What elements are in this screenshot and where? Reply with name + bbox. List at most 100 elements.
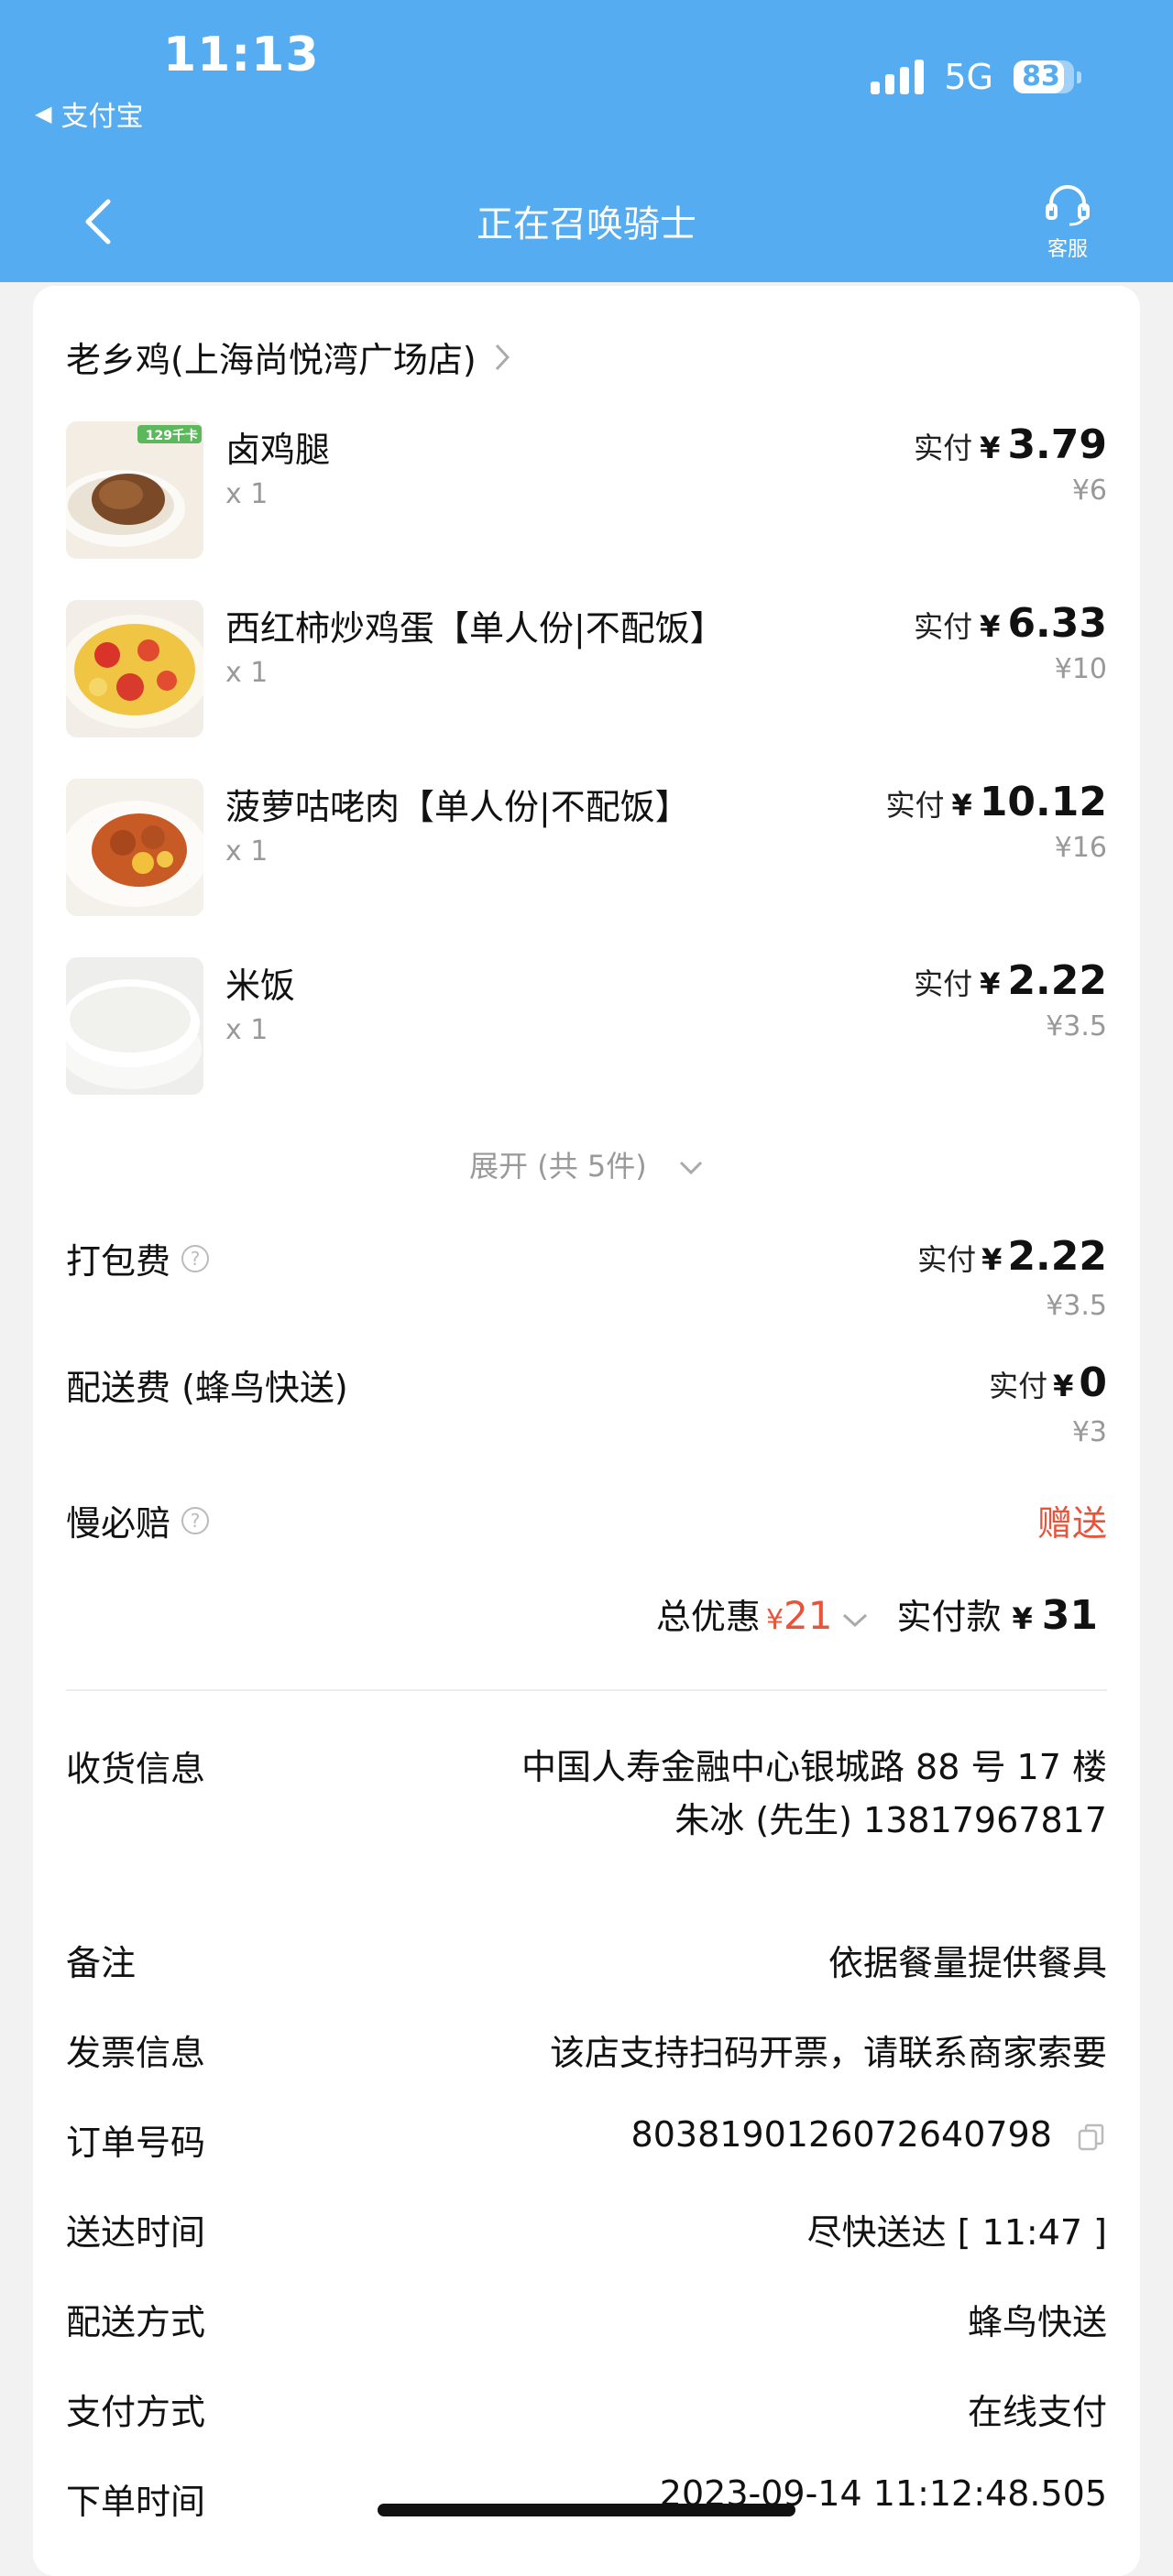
discount-currency: ¥ (765, 1604, 784, 1636)
customer-service-button[interactable]: 客服 (1026, 183, 1109, 262)
list-item[interactable]: 129千卡 卤鸡腿 x 1 实付 ¥ 3.79 ¥6 (66, 421, 1107, 600)
order-number-label: 订单号码 (66, 2123, 206, 2163)
currency-symbol: ¥ (981, 1242, 1003, 1277)
slow-guarantee-label: 慢必赔 (66, 1503, 171, 1544)
contact-text: 朱冰 (先生) 13817967817 (674, 1800, 1107, 1840)
delivery-fee-label: 配送费 (蜂鸟快送) (66, 1368, 348, 1408)
invoice-value: 该店支持扫码开票，请联系商家索要 (549, 2033, 1107, 2073)
totals-row: 总优惠 ¥ 21 实付款 ¥ 31 (656, 1588, 1098, 1639)
original-price: ¥3.5 (1046, 1290, 1107, 1322)
paid-total-currency: ¥ (1012, 1601, 1033, 1636)
original-price: ¥3.5 (1046, 1010, 1107, 1042)
item-list: 129千卡 卤鸡腿 x 1 实付 ¥ 3.79 ¥6 西红柿炒鸡蛋【单人份|不配… (66, 421, 1107, 1136)
expand-items-button[interactable]: 展开 (共 5件) (33, 1143, 1140, 1185)
item-paid: 实付 ¥ 10.12 (886, 779, 1107, 825)
address-label: 收货信息 (66, 1749, 206, 1789)
currency-symbol: ¥ (980, 609, 1001, 644)
headset-icon (1046, 185, 1090, 226)
paid-amount: 10.12 (979, 779, 1107, 825)
chevron-right-icon (495, 344, 510, 370)
help-icon[interactable]: ? (181, 1506, 210, 1534)
status-bar: 11:13 ◀ 支付宝 5G 83 (0, 0, 1173, 156)
item-qty: x 1 (225, 835, 269, 868)
copy-icon[interactable] (1076, 2122, 1107, 2153)
payment-method-label: 支付方式 (66, 2392, 206, 2432)
item-qty: x 1 (225, 657, 269, 689)
original-price: ¥3 (1071, 1416, 1107, 1448)
divider (66, 1689, 1107, 1691)
original-price: ¥6 (1071, 475, 1107, 507)
battery-icon: 83 (1014, 60, 1081, 93)
delivery-time-label: 送达时间 (66, 2212, 206, 2253)
delivery-time-value: 尽快送达 [ 11:47 ] (806, 2212, 1107, 2253)
signal-icon (871, 60, 925, 94)
payment-method-value: 在线支付 (967, 2392, 1107, 2432)
expand-label: 展开 (共 5件) (469, 1149, 647, 1184)
item-name: 卤鸡腿 (225, 430, 331, 470)
original-price: ¥10 (1054, 653, 1107, 685)
paid-total-amount: 31 (1041, 1592, 1098, 1639)
currency-symbol: ¥ (951, 788, 972, 823)
discount-label: 总优惠 (655, 1597, 761, 1637)
list-item[interactable]: 菠萝咕咾肉【单人份|不配饭】 x 1 实付 ¥ 10.12 ¥16 (66, 779, 1107, 957)
paid-label: 实付 (917, 1242, 977, 1277)
calorie-badge: 129千卡 (145, 429, 198, 443)
back-to-app-link[interactable]: ◀ 支付宝 (35, 93, 143, 134)
item-qty: x 1 (225, 478, 269, 510)
item-name: 西红柿炒鸡蛋【单人份|不配饭】 (225, 608, 725, 649)
order-time-label: 下单时间 (66, 2482, 206, 2522)
status-indicators: 5G 83 (871, 57, 1081, 97)
paid-label: 实付 (914, 966, 973, 1001)
slow-guarantee-value: 赠送 (1036, 1503, 1107, 1544)
delivery-method-value: 蜂鸟快送 (967, 2302, 1107, 2342)
order-number-value: 8038190126072640798 (631, 2114, 1107, 2155)
invoice-label: 发票信息 (66, 2033, 206, 2073)
paid-label: 实付 (914, 609, 973, 644)
item-paid: 实付 ¥ 2.22 (914, 957, 1107, 1004)
list-item[interactable]: 西红柿炒鸡蛋【单人份|不配饭】 x 1 实付 ¥ 6.33 ¥10 (66, 600, 1107, 779)
packing-fee-label: 打包费 (66, 1241, 171, 1282)
item-qty: x 1 (225, 1014, 269, 1046)
currency-symbol: ¥ (980, 431, 1001, 465)
chevron-down-icon (679, 1161, 702, 1175)
note-value: 依据餐量提供餐具 (828, 1943, 1107, 1983)
currency-symbol: ¥ (1053, 1369, 1074, 1403)
paid-label: 实付 (885, 788, 945, 823)
home-indicator[interactable] (378, 2504, 795, 2516)
back-triangle-icon: ◀ (35, 101, 52, 126)
address-text: 中国人寿金融中心银城路 88 号 17 楼 (521, 1747, 1107, 1787)
paid-amount: 6.33 (1007, 600, 1107, 647)
food-image-chicken-leg: 129千卡 (66, 421, 203, 559)
item-paid: 实付 ¥ 3.79 (914, 421, 1107, 468)
paid-amount: 2.22 (1007, 1233, 1107, 1280)
item-name: 米饭 (225, 966, 296, 1006)
chevron-down-icon[interactable] (841, 1612, 869, 1629)
order-card: 老乡鸡(上海尚悦湾广场店) 129千卡 卤鸡腿 x 1 实付 ¥ 3.79 ¥6… (33, 286, 1140, 2576)
paid-label: 实付 (914, 431, 973, 465)
food-image-rice (66, 957, 203, 1095)
packing-fee-paid: 实付 ¥ 2.22 (917, 1233, 1107, 1280)
store-link[interactable]: 老乡鸡(上海尚悦湾广场店) (66, 332, 511, 382)
paid-amount: 2.22 (1007, 957, 1107, 1004)
paid-total-label: 实付款 (896, 1597, 1002, 1637)
page-title: 正在召唤骑士 (477, 203, 696, 246)
currency-symbol: ¥ (980, 966, 1001, 1001)
discount-amount[interactable]: 21 (784, 1593, 832, 1638)
original-price: ¥16 (1054, 832, 1107, 864)
status-time: 11:13 (163, 27, 320, 82)
service-label: 客服 (1047, 238, 1088, 261)
battery-level: 83 (1022, 60, 1060, 93)
delivery-method-label: 配送方式 (66, 2302, 206, 2342)
network-label: 5G (944, 57, 993, 97)
food-image-tomato-egg (66, 600, 203, 737)
address-value: 中国人寿金融中心银城路 88 号 17 楼 朱冰 (先生) 1381796781… (521, 1741, 1107, 1847)
help-icon[interactable]: ? (181, 1244, 210, 1272)
note-label: 备注 (66, 1943, 137, 1983)
paid-label: 实付 (989, 1369, 1048, 1403)
nav-bar: 正在召唤骑士 客服 (0, 156, 1173, 282)
food-image-sweet-sour-pork (66, 779, 203, 916)
paid-amount: 0 (1079, 1359, 1107, 1406)
item-paid: 实付 ¥ 6.33 (914, 600, 1107, 647)
delivery-fee-paid: 实付 ¥ 0 (989, 1359, 1107, 1406)
list-item[interactable]: 米饭 x 1 实付 ¥ 2.22 ¥3.5 (66, 957, 1107, 1136)
